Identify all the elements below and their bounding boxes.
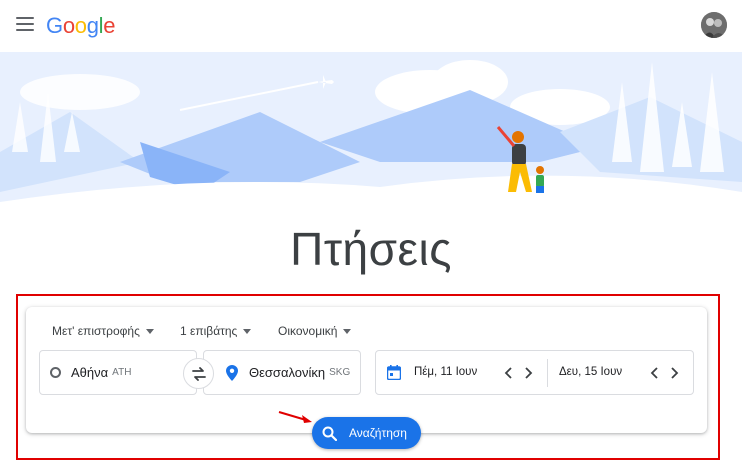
top-bar: Google bbox=[0, 0, 742, 52]
trip-type-label: Μετ' επιστροφής bbox=[52, 324, 140, 338]
return-prev-arrow-icon[interactable] bbox=[648, 365, 662, 381]
passengers-label: 1 επιβάτης bbox=[180, 324, 238, 338]
departure-prev-arrow-icon[interactable] bbox=[502, 365, 516, 381]
dates-field: Πέμ, 11 Ιουν Δευ, 15 Ιουν bbox=[375, 350, 694, 395]
passengers-dropdown[interactable]: 1 επιβάτης bbox=[180, 324, 252, 338]
google-logo[interactable]: Google bbox=[46, 13, 115, 39]
destination-field[interactable]: Θεσσαλονίκη SKG bbox=[203, 350, 361, 395]
origin-circle-icon bbox=[50, 367, 61, 378]
calendar-icon[interactable] bbox=[387, 365, 401, 380]
search-button[interactable]: Αναζήτηση bbox=[312, 417, 421, 449]
origin-field[interactable]: Αθήνα ATH bbox=[39, 350, 197, 395]
caret-down-icon bbox=[343, 328, 352, 334]
annotation-arrow bbox=[278, 411, 312, 423]
departure-next-arrow-icon[interactable] bbox=[521, 365, 535, 381]
cabin-class-label: Οικονομική bbox=[278, 324, 338, 338]
caret-down-icon bbox=[243, 328, 252, 334]
return-date[interactable]: Δευ, 15 Ιουν bbox=[559, 366, 622, 378]
logo-letter: o bbox=[74, 13, 87, 38]
user-avatar[interactable] bbox=[701, 12, 727, 38]
destination-city: Θεσσαλονίκη bbox=[249, 365, 326, 380]
logo-letter: o bbox=[62, 13, 75, 38]
departure-date[interactable]: Πέμ, 11 Ιουν bbox=[414, 366, 477, 378]
hamburger-menu-icon[interactable] bbox=[16, 17, 34, 31]
origin-code: ATH bbox=[112, 367, 132, 378]
search-button-label: Αναζήτηση bbox=[349, 426, 407, 440]
search-icon bbox=[322, 426, 337, 441]
page-title: Πτήσεις bbox=[290, 223, 452, 275]
date-divider bbox=[547, 359, 548, 387]
hero-illustration bbox=[0, 52, 742, 212]
trip-type-dropdown[interactable]: Μετ' επιστροφής bbox=[52, 324, 154, 338]
destination-code: SKG bbox=[329, 367, 351, 378]
location-pin-icon bbox=[226, 364, 238, 381]
caret-down-icon bbox=[145, 328, 154, 334]
swap-arrows-icon bbox=[191, 366, 206, 381]
logo-letter: G bbox=[46, 13, 63, 38]
return-next-arrow-icon[interactable] bbox=[667, 365, 681, 381]
flight-search-card: Μετ' επιστροφής 1 επιβάτης Οικονομική Αθ… bbox=[26, 307, 707, 433]
logo-letter: e bbox=[103, 13, 116, 38]
swap-button[interactable] bbox=[183, 358, 214, 389]
origin-city: Αθήνα bbox=[71, 365, 109, 380]
cabin-class-dropdown[interactable]: Οικονομική bbox=[278, 324, 352, 338]
logo-letter: g bbox=[86, 13, 99, 38]
